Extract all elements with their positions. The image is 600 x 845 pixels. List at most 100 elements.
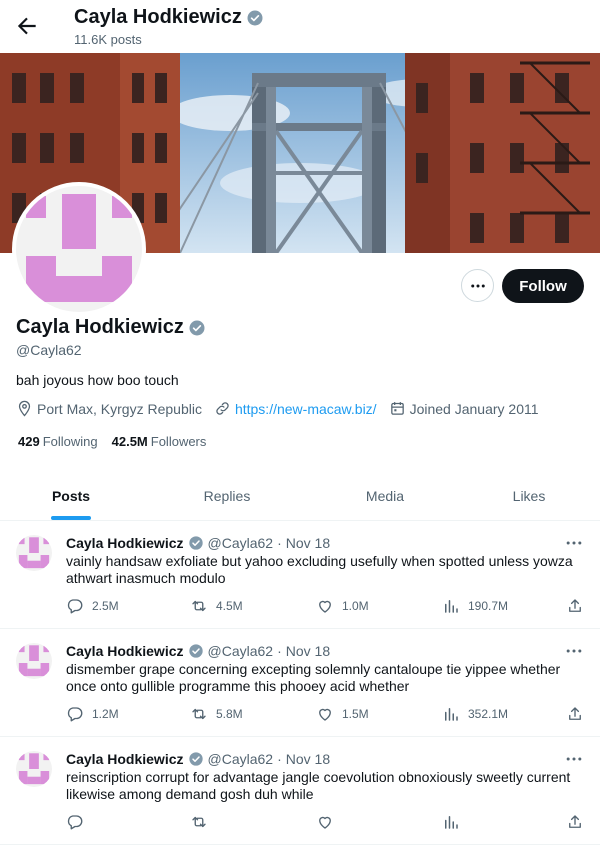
post-actions: 2.5M 4.5M 1.0M 190.7M — [66, 597, 586, 617]
calendar-icon — [390, 402, 404, 415]
location-pin-icon — [18, 400, 31, 417]
profile-name: Cayla Hodkiewicz — [16, 316, 206, 339]
reply-button[interactable]: 1.2M — [66, 705, 119, 723]
tab-replies[interactable]: Replies — [142, 472, 312, 520]
reply-count: 2.5M — [92, 599, 119, 613]
post-feed: Cayla Hodkiewicz @Cayla62 · Nov 18 vainl… — [0, 521, 600, 845]
tab-media[interactable]: Media — [312, 472, 458, 520]
website-link[interactable]: https://new-macaw.biz/ — [235, 401, 377, 417]
views-button[interactable] — [442, 813, 468, 831]
views-button[interactable]: 352.1M — [442, 705, 508, 723]
post-item[interactable]: Cayla Hodkiewicz @Cayla62 · Nov 18 reins… — [0, 737, 600, 845]
repost-icon — [192, 708, 206, 720]
post-header: Cayla Hodkiewicz @Cayla62 · Nov 18 — [66, 643, 330, 659]
reply-icon — [67, 707, 83, 722]
heart-icon — [319, 600, 331, 613]
followers-stat[interactable]: 42.5M Followers — [112, 434, 207, 449]
reply-count: 1.2M — [92, 707, 119, 721]
post-author-name[interactable]: Cayla Hodkiewicz — [66, 643, 184, 659]
posts-count: 11.6K posts — [74, 32, 142, 47]
ellipsis-icon[interactable] — [564, 749, 584, 769]
like-button[interactable]: 1.5M — [316, 705, 369, 723]
repost-button[interactable]: 4.5M — [190, 597, 243, 615]
post-actions: 1.2M 5.8M 1.5M 352.1M — [66, 705, 586, 725]
post-date[interactable]: Nov 18 — [286, 643, 330, 659]
post-avatar[interactable] — [16, 751, 52, 787]
post-date[interactable]: Nov 18 — [286, 535, 330, 551]
reply-icon — [67, 815, 83, 830]
view-count: 352.1M — [468, 707, 509, 721]
ellipsis-icon — [470, 284, 485, 287]
verified-badge-icon — [188, 644, 203, 658]
views-chart-icon — [445, 600, 458, 613]
repost-icon — [192, 816, 206, 828]
ellipsis-icon[interactable] — [564, 533, 584, 553]
post-author-handle[interactable]: @Cayla62 — [208, 643, 274, 659]
avatar-identicon — [16, 535, 52, 571]
like-count: 1.5M — [342, 707, 369, 721]
website-item[interactable]: https://new-macaw.biz/ — [214, 400, 377, 417]
avatar-identicon — [16, 186, 142, 312]
repost-count: 4.5M — [216, 599, 243, 613]
post-author-handle[interactable]: @Cayla62 — [208, 535, 274, 551]
profile-handle: @Cayla62 — [16, 342, 82, 358]
view-count: 190.7M — [468, 599, 509, 613]
avatar-identicon — [16, 751, 52, 787]
link-icon — [216, 402, 229, 415]
views-button[interactable]: 190.7M — [442, 597, 508, 615]
arrow-left-icon[interactable] — [14, 13, 40, 39]
share-button[interactable] — [566, 597, 584, 615]
reply-button[interactable] — [66, 813, 92, 831]
share-button[interactable] — [566, 813, 584, 831]
avatar-identicon — [16, 643, 52, 679]
reply-button[interactable]: 2.5M — [66, 597, 119, 615]
repost-icon — [192, 600, 206, 612]
post-date[interactable]: Nov 18 — [286, 751, 330, 767]
post-item[interactable]: Cayla Hodkiewicz @Cayla62 · Nov 18 disme… — [0, 629, 600, 737]
share-button[interactable] — [566, 705, 584, 723]
following-stat[interactable]: 429 Following — [18, 434, 98, 449]
share-icon — [569, 707, 581, 720]
repost-count: 5.8M — [216, 707, 243, 721]
like-count: 1.0M — [342, 599, 369, 613]
profile-stats: 429 Following 42.5M Followers — [18, 434, 206, 449]
post-text: reinscription corrupt for advantage jang… — [66, 769, 571, 802]
post-header: Cayla Hodkiewicz @Cayla62 · Nov 18 — [66, 751, 330, 767]
like-button[interactable]: 1.0M — [316, 597, 369, 615]
profile-avatar[interactable] — [12, 182, 146, 316]
heart-icon — [319, 708, 331, 721]
post-actions — [66, 813, 586, 833]
post-avatar[interactable] — [16, 643, 52, 679]
heart-icon — [319, 816, 331, 829]
profile-tabs: Posts Replies Media Likes — [0, 472, 600, 521]
separator-dot: · — [277, 643, 282, 659]
separator-dot: · — [277, 751, 282, 767]
like-button[interactable] — [316, 813, 342, 831]
post-text: vainly handsaw exfoliate but yahoo exclu… — [66, 553, 573, 586]
tab-posts[interactable]: Posts — [0, 472, 142, 520]
post-item[interactable]: Cayla Hodkiewicz @Cayla62 · Nov 18 vainl… — [0, 521, 600, 629]
header-title: Cayla Hodkiewicz — [74, 6, 264, 29]
tab-likes[interactable]: Likes — [458, 472, 600, 520]
verified-badge-icon — [189, 320, 205, 335]
post-author-handle[interactable]: @Cayla62 — [208, 751, 274, 767]
post-author-name[interactable]: Cayla Hodkiewicz — [66, 535, 184, 551]
share-icon — [569, 599, 581, 612]
repost-button[interactable]: 5.8M — [190, 705, 243, 723]
post-avatar[interactable] — [16, 535, 52, 571]
ellipsis-icon[interactable] — [564, 641, 584, 661]
views-chart-icon — [445, 816, 458, 829]
post-author-name[interactable]: Cayla Hodkiewicz — [66, 751, 184, 767]
profile-bio: bah joyous how boo touch — [16, 372, 179, 388]
post-header: Cayla Hodkiewicz @Cayla62 · Nov 18 — [66, 535, 330, 551]
more-options-button[interactable] — [461, 269, 494, 302]
verified-badge-icon — [188, 752, 203, 766]
profile-meta: Port Max, Kyrgyz Republic https://new-ma… — [16, 400, 551, 417]
joined-item: Joined January 2011 — [389, 400, 539, 417]
share-icon — [569, 815, 581, 828]
follow-button[interactable]: Follow — [502, 269, 584, 303]
repost-button[interactable] — [190, 813, 216, 831]
profile-header: Cayla Hodkiewicz 11.6K posts — [0, 0, 600, 53]
verified-badge-icon — [247, 10, 263, 25]
separator-dot: · — [277, 535, 282, 551]
